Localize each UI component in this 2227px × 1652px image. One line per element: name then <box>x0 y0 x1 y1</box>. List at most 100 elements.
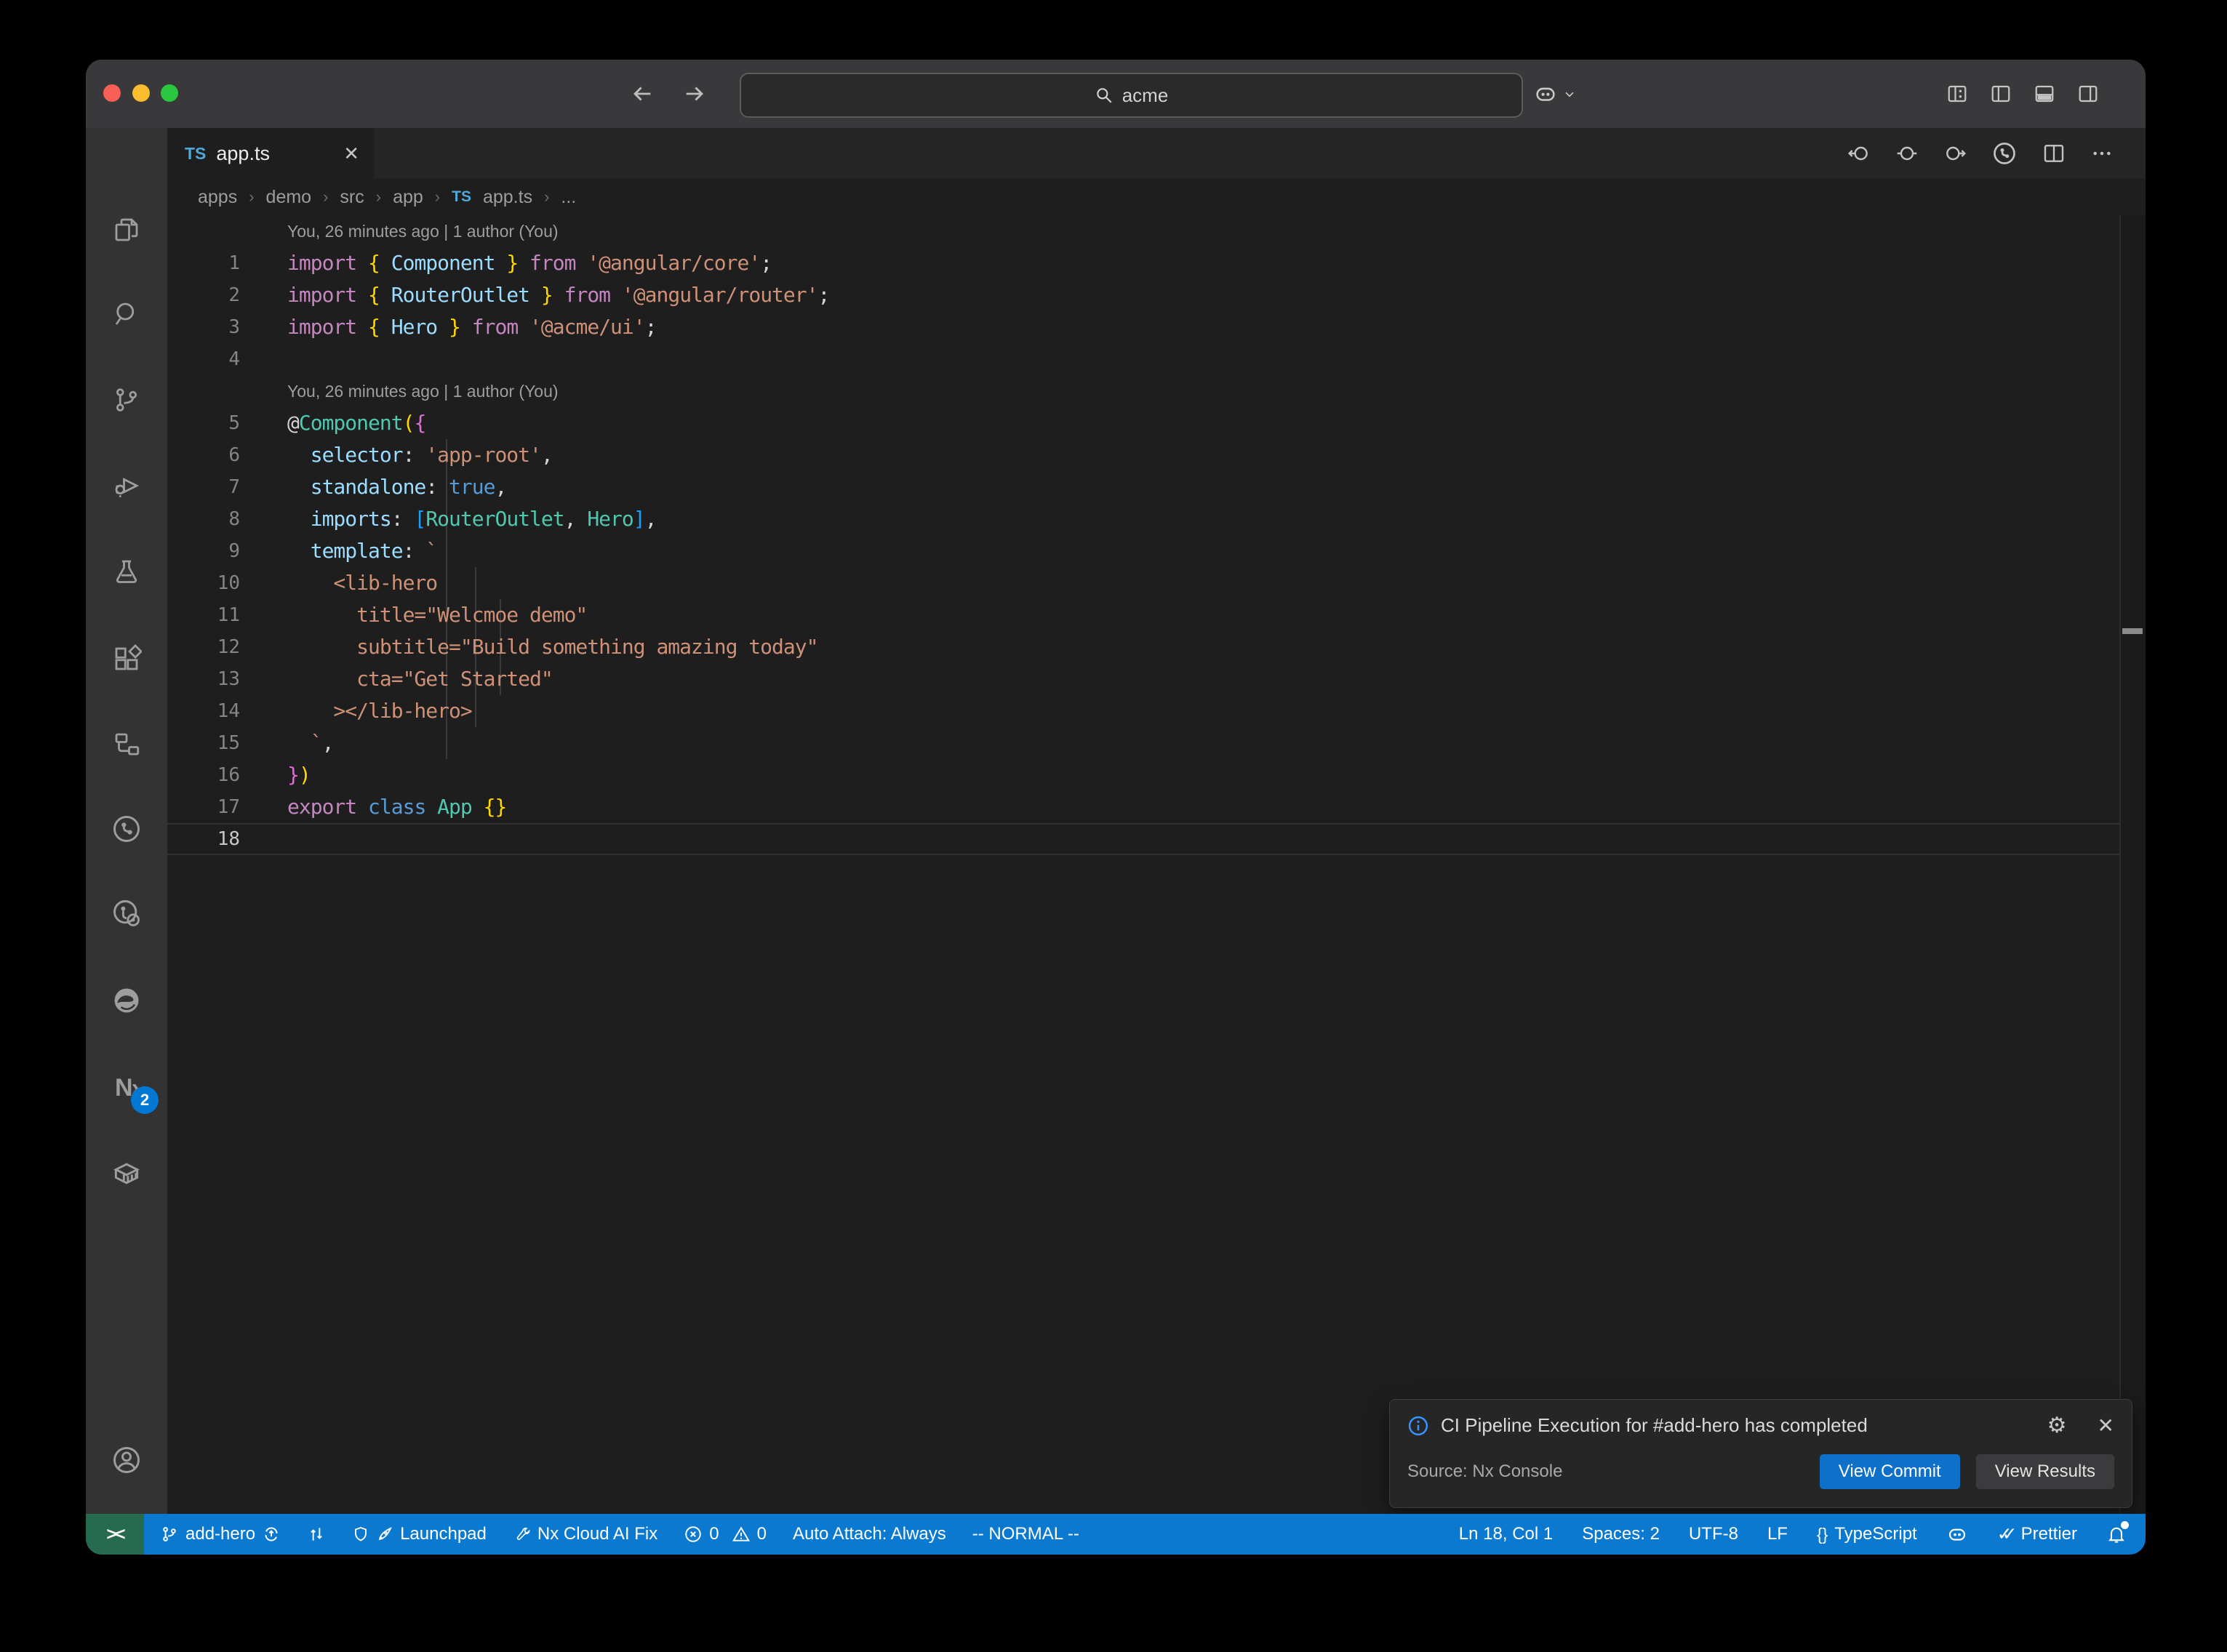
more-actions-icon[interactable] <box>2090 142 2114 165</box>
close-window-button[interactable] <box>103 84 121 102</box>
containers-icon[interactable] <box>111 1158 143 1190</box>
check-all-icon: ✓✓ <box>1997 1523 2007 1545</box>
line-number: 14 <box>167 695 240 727</box>
notification-title: CI Pipeline Execution for #add-hero has … <box>1441 1414 2036 1437</box>
editor-scrollbar[interactable] <box>2119 215 2146 1514</box>
encoding-item[interactable]: UTF-8 <box>1689 1524 1738 1544</box>
title-bar: acme <box>86 60 2146 128</box>
nx-cloud-fix-item[interactable]: Nx Cloud AI Fix <box>513 1524 657 1544</box>
problems-item[interactable]: 0 0 <box>684 1524 767 1544</box>
accounts-icon[interactable] <box>111 1444 143 1476</box>
search-value: acme <box>1122 84 1169 107</box>
indentation-item[interactable]: Spaces: 2 <box>1582 1524 1660 1544</box>
code-line[interactable]: 7 standalone: true, <box>167 471 2121 503</box>
language-mode-item[interactable]: {} TypeScript <box>1817 1524 1917 1544</box>
line-number: 17 <box>167 791 240 823</box>
code-line[interactable]: 17export class App {} <box>167 791 2121 823</box>
prettier-item[interactable]: ✓✓ Prettier <box>1997 1523 2077 1545</box>
warning-icon <box>732 1525 751 1544</box>
code-line[interactable]: 10 <lib-hero <box>167 567 2121 599</box>
minimize-window-button[interactable] <box>132 84 150 102</box>
copilot-icon[interactable] <box>1533 81 1558 106</box>
toggle-primary-sidebar-icon[interactable] <box>1990 83 2012 105</box>
breadcrumb: apps › demo › src › app › TS app.ts › ..… <box>167 179 2121 215</box>
info-icon <box>1407 1415 1429 1437</box>
extensions-icon[interactable] <box>111 643 143 675</box>
code-line[interactable]: 15 `, <box>167 727 2121 759</box>
search-commits-icon[interactable] <box>111 897 143 929</box>
tab-close-icon[interactable]: ✕ <box>343 143 359 165</box>
navigate-back-icon[interactable] <box>630 81 655 106</box>
code-line[interactable]: 3import { Hero } from '@acme/ui'; <box>167 311 2121 343</box>
previous-change-icon[interactable] <box>1847 142 1871 165</box>
code-line[interactable]: 1import { Component } from '@angular/cor… <box>167 247 2121 279</box>
command-center-search[interactable]: acme <box>740 73 1523 118</box>
code-line[interactable]: 5@Component({ <box>167 407 2121 439</box>
breadcrumb-app[interactable]: app <box>393 187 423 208</box>
launchpad-item[interactable]: Launchpad <box>352 1524 487 1544</box>
view-commit-button[interactable]: View Commit <box>1820 1454 1960 1489</box>
breadcrumb-demo[interactable]: demo <box>266 187 312 208</box>
navigate-forward-icon[interactable] <box>682 81 707 106</box>
testing-icon[interactable] <box>111 556 143 588</box>
commit-graph-icon[interactable] <box>111 813 143 845</box>
breadcrumb-file[interactable]: app.ts <box>483 187 532 208</box>
branch-status-item[interactable]: add-hero <box>160 1524 281 1544</box>
code-line[interactable]: 4 <box>167 343 2121 375</box>
auto-attach-item[interactable]: Auto Attach: Always <box>793 1524 946 1544</box>
notification-settings-icon[interactable]: ⚙ <box>2047 1413 2067 1438</box>
code-line[interactable]: 16}) <box>167 759 2121 791</box>
zoom-window-button[interactable] <box>161 84 178 102</box>
blame-annotation[interactable]: You, 26 minutes ago | 1 author (You) <box>167 375 2121 407</box>
toggle-panel-icon[interactable] <box>2034 83 2055 105</box>
breadcrumb-separator: › <box>376 188 381 206</box>
current-change-icon[interactable] <box>1895 142 1919 165</box>
code-line[interactable]: 8 imports: [RouterOutlet, Hero], <box>167 503 2121 535</box>
eol-item[interactable]: LF <box>1767 1524 1788 1544</box>
activity-bar: N› 2 ⚙ <box>86 128 167 1514</box>
edge-tools-icon[interactable] <box>111 985 143 1017</box>
code-editor[interactable]: You, 26 minutes ago | 1 author (You)1imp… <box>167 215 2121 1514</box>
search-icon <box>1095 86 1114 105</box>
vim-mode-item[interactable]: -- NORMAL -- <box>972 1524 1079 1544</box>
wrench-icon <box>513 1525 531 1544</box>
cursor-position-item[interactable]: Ln 18, Col 1 <box>1459 1524 1553 1544</box>
code-line[interactable]: 13 cta="Get Started" <box>167 663 2121 695</box>
commit-graph-icon[interactable] <box>1991 140 2018 167</box>
breadcrumb-symbol[interactable]: ... <box>561 187 576 208</box>
search-sidebar-icon[interactable] <box>111 298 143 330</box>
source-control-icon[interactable] <box>111 384 143 416</box>
blame-annotation[interactable]: You, 26 minutes ago | 1 author (You) <box>167 215 2121 247</box>
code-line[interactable]: 2import { RouterOutlet } from '@angular/… <box>167 279 2121 311</box>
next-change-icon[interactable] <box>1943 142 1967 165</box>
chevron-down-icon[interactable] <box>1562 87 1577 101</box>
breadcrumb-apps[interactable]: apps <box>198 187 237 208</box>
code-line[interactable]: 18 <box>167 823 2121 855</box>
breadcrumb-separator: › <box>435 188 440 206</box>
code-line[interactable]: 14 ></lib-hero> <box>167 695 2121 727</box>
screen: acme <box>0 0 2227 1652</box>
notification-close-icon[interactable]: ✕ <box>2098 1414 2114 1438</box>
nx-cloud-fix-label: Nx Cloud AI Fix <box>537 1524 657 1544</box>
git-compare-item[interactable] <box>307 1525 326 1544</box>
customize-layout-icon[interactable] <box>1946 83 1968 105</box>
explorer-icon[interactable] <box>111 214 143 246</box>
workflow-icon[interactable] <box>111 729 143 761</box>
code-line[interactable]: 9 template: ` <box>167 535 2121 567</box>
split-editor-icon[interactable] <box>2042 142 2066 165</box>
code-line[interactable]: 12 subtitle="Build something amazing tod… <box>167 631 2121 663</box>
breadcrumb-src[interactable]: src <box>340 187 364 208</box>
code-line[interactable]: 11 title="Welcmoe demo" <box>167 599 2121 631</box>
remote-indicator[interactable]: >< <box>86 1514 144 1555</box>
toggle-secondary-sidebar-icon[interactable] <box>2077 83 2099 105</box>
editor-actions <box>1847 128 2114 179</box>
view-results-button[interactable]: View Results <box>1976 1454 2114 1489</box>
line-number: 9 <box>167 535 240 567</box>
launchpad-label: Launchpad <box>400 1524 487 1544</box>
tab-label: app.ts <box>216 143 333 165</box>
notifications-bell-icon[interactable] <box>2106 1524 2127 1544</box>
run-debug-icon[interactable] <box>111 470 143 502</box>
tab-app-ts[interactable]: TS app.ts ✕ <box>167 128 374 179</box>
code-line[interactable]: 6 selector: 'app-root', <box>167 439 2121 471</box>
copilot-status-icon[interactable] <box>1946 1523 1968 1545</box>
